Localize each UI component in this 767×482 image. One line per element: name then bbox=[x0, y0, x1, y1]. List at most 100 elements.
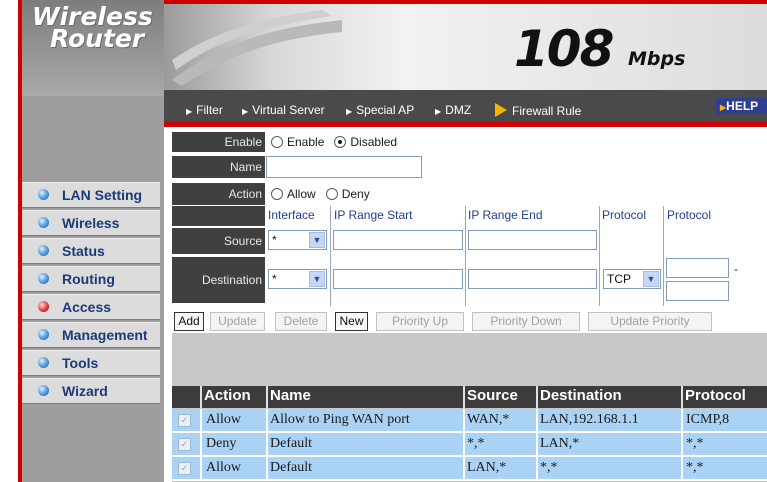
nav-firewall-rule[interactable]: Firewall Rule bbox=[495, 103, 581, 118]
sidebar-item-lan-setting[interactable]: LAN Setting bbox=[22, 182, 160, 208]
cell-source: LAN,* bbox=[467, 460, 507, 475]
radio-off-icon bbox=[271, 136, 283, 148]
cell-action: Allow bbox=[206, 412, 241, 427]
column-divider bbox=[599, 206, 600, 306]
bullet-icon bbox=[38, 329, 49, 340]
header-divider bbox=[681, 386, 683, 408]
arrow-right-icon: ▶ bbox=[346, 107, 353, 116]
priority-up-button[interactable]: Priority Up bbox=[376, 312, 464, 331]
deny-radio[interactable]: Deny bbox=[325, 187, 370, 201]
speed-badge: 108 bbox=[514, 20, 614, 78]
destination-ip-end-input[interactable] bbox=[468, 269, 597, 289]
allow-option-label: Allow bbox=[287, 187, 316, 201]
bullet-icon bbox=[38, 245, 49, 256]
sidebar-item-wireless[interactable]: Wireless bbox=[22, 210, 160, 236]
enable-radio[interactable]: Enable bbox=[271, 135, 324, 149]
nav-virtual-server[interactable]: ▶ Virtual Server bbox=[242, 103, 325, 117]
sidebar-item-label: Routing bbox=[62, 271, 115, 287]
cell-source: *,* bbox=[467, 436, 485, 451]
update-button[interactable]: Update bbox=[210, 312, 265, 331]
nav-firewall-rule-label: Firewall Rule bbox=[512, 104, 582, 118]
col-ip-range-end: IP Range End bbox=[468, 208, 543, 222]
header-divider bbox=[463, 386, 465, 408]
sidebar-item-tools[interactable]: Tools bbox=[22, 350, 160, 376]
row-checkbox[interactable]: ✓ bbox=[178, 414, 191, 427]
radio-off-icon bbox=[271, 188, 283, 200]
destination-protocol-select[interactable]: TCP ▼ bbox=[603, 269, 661, 289]
priority-down-button[interactable]: Priority Down bbox=[472, 312, 580, 331]
header-action: Action bbox=[204, 387, 251, 404]
port-range-separator: - bbox=[734, 262, 738, 276]
arrow-right-icon: ▶ bbox=[435, 107, 442, 116]
disabled-radio[interactable]: Disabled bbox=[334, 135, 397, 149]
nav-special-ap[interactable]: ▶ Special AP bbox=[346, 103, 414, 117]
table-row[interactable]: ✓ Deny Default *,* LAN,* *,* bbox=[172, 433, 767, 457]
source-ip-end-input[interactable] bbox=[468, 230, 597, 250]
col-protocol-2: Protocol bbox=[667, 208, 712, 222]
column-divider bbox=[663, 206, 664, 306]
chevron-down-icon: ▼ bbox=[309, 271, 325, 287]
nav-dmz-label: DMZ bbox=[445, 103, 472, 117]
table-row[interactable]: ✓ Allow Default LAN,* *,* *,* bbox=[172, 457, 767, 481]
enable-label: Enable bbox=[172, 132, 265, 152]
bullet-icon bbox=[38, 217, 49, 228]
cell-divider bbox=[463, 433, 465, 455]
cell-protocol: *,* bbox=[686, 460, 704, 475]
source-ip-start-input[interactable] bbox=[333, 230, 463, 250]
destination-ip-start-input[interactable] bbox=[333, 269, 463, 289]
cell-divider bbox=[681, 409, 683, 431]
header-destination: Destination bbox=[540, 387, 622, 404]
cell-name: Default bbox=[270, 436, 312, 451]
row-checkbox[interactable]: ✓ bbox=[178, 438, 191, 451]
destination-port-end-input[interactable] bbox=[666, 281, 729, 301]
allow-radio[interactable]: Allow bbox=[271, 187, 316, 201]
column-divider bbox=[330, 206, 331, 306]
help-button[interactable]: ▶HELP bbox=[716, 98, 767, 114]
add-button[interactable]: Add bbox=[174, 312, 204, 331]
col-ip-range-start: IP Range Start bbox=[334, 208, 413, 222]
header-source: Source bbox=[467, 387, 518, 404]
action-radio-group: Allow Deny bbox=[271, 187, 370, 201]
cell-divider bbox=[266, 409, 268, 431]
name-input[interactable] bbox=[266, 156, 422, 178]
action-label: Action bbox=[172, 183, 265, 205]
nav-dmz[interactable]: ▶ DMZ bbox=[435, 103, 471, 117]
header-protocol: Protocol bbox=[685, 387, 746, 404]
source-interface-select[interactable]: * ▼ bbox=[268, 230, 327, 250]
sidebar-item-management[interactable]: Management bbox=[22, 322, 160, 348]
bullet-icon bbox=[38, 189, 49, 200]
cell-action: Allow bbox=[206, 460, 241, 475]
sidebar-item-routing[interactable]: Routing bbox=[22, 266, 160, 292]
delete-button[interactable]: Delete bbox=[275, 312, 327, 331]
sidebar-item-wizard[interactable]: Wizard bbox=[22, 378, 160, 404]
destination-interface-select[interactable]: * ▼ bbox=[268, 269, 327, 289]
cell-divider bbox=[200, 457, 202, 479]
nav-filter[interactable]: ▶ Filter bbox=[186, 103, 223, 117]
column-divider bbox=[465, 206, 466, 306]
radio-on-icon bbox=[334, 136, 347, 148]
row-checkbox[interactable]: ✓ bbox=[178, 462, 191, 475]
col-protocol: Protocol bbox=[602, 208, 647, 222]
cell-protocol: ICMP,8 bbox=[686, 412, 730, 427]
top-nav: ▶ Filter ▶ Virtual Server ▶ Special AP ▶ DMZ… bbox=[164, 90, 767, 122]
swoosh-graphic-icon bbox=[172, 10, 342, 86]
new-button[interactable]: New bbox=[335, 312, 368, 331]
header-name: Name bbox=[270, 387, 311, 404]
cell-destination: *,* bbox=[540, 460, 558, 475]
update-priority-button[interactable]: Update Priority bbox=[588, 312, 712, 331]
cell-divider bbox=[536, 457, 538, 479]
sidebar-item-status[interactable]: Status bbox=[22, 238, 160, 264]
radio-off-icon bbox=[325, 188, 338, 200]
name-label: Name bbox=[172, 156, 265, 178]
bullet-icon bbox=[38, 385, 49, 396]
cell-divider bbox=[200, 433, 202, 455]
sidebar-item-label: Tools bbox=[62, 355, 99, 371]
destination-label: Destination bbox=[172, 257, 265, 303]
destination-port-start-input[interactable] bbox=[666, 258, 729, 278]
speed-unit: Mbps bbox=[628, 48, 686, 70]
table-row[interactable]: ✓ Allow Allow to Ping WAN port WAN,* LAN… bbox=[172, 409, 767, 433]
chevron-down-icon: ▼ bbox=[309, 232, 325, 248]
sidebar-item-access[interactable]: Access bbox=[22, 294, 160, 320]
sidebar-item-label: Access bbox=[62, 299, 112, 315]
cell-divider bbox=[463, 409, 465, 431]
